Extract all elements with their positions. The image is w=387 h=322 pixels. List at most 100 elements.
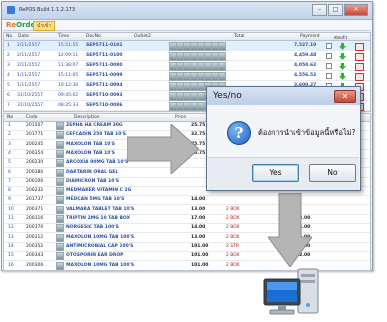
computer-icon xyxy=(263,268,319,315)
row-number: 13 xyxy=(8,234,14,240)
product-code: 200100 xyxy=(26,178,44,184)
dialog-title: Yes/no xyxy=(213,91,242,101)
row-number: 7 xyxy=(7,103,10,108)
product-description: ARCOXIA 90MG TAB 10'S xyxy=(66,160,129,166)
toolbar: ReOrder นำเข้า xyxy=(3,20,371,31)
doc-number: SEP5711-0099 xyxy=(86,73,123,78)
order-time: 11:38:07 xyxy=(58,63,79,68)
product-code: 200245 xyxy=(26,141,44,147)
tab-import[interactable]: นำเข้า xyxy=(33,21,56,31)
column-header[interactable]: No xyxy=(6,34,12,39)
table-row[interactable]: 9 201737 MEDCAN 5MG TAB 10'S 14.00 xyxy=(4,196,370,206)
product-thumbnail xyxy=(56,196,64,205)
product-description: MAXOLON 10MG TAB 100'S xyxy=(66,234,135,240)
product-code: 201737 xyxy=(26,197,44,203)
product-thumbnail xyxy=(218,62,226,71)
product-code: 200306 xyxy=(26,262,44,268)
product-description: MEDCAN 5MG TAB 10'S xyxy=(66,197,125,203)
table-row[interactable]: 10 200371 VALMARA TABLET TAB 10'S 13.00 2 BO… xyxy=(4,205,370,215)
orders-grid-header: No Date Time DocNo Outlet2 Total Payment ส่งแล้… xyxy=(4,33,370,41)
row-number: 2 xyxy=(7,53,10,58)
table-row[interactable]: 15 200343 OTOSPORIN EAR DROP 101.00 2 BOX 32.… xyxy=(4,252,370,262)
unit: 2 BOX xyxy=(226,206,240,212)
column-header[interactable]: ส่งแล้ว xyxy=(334,34,347,41)
product-thumbnail xyxy=(218,52,226,61)
table-row[interactable]: 14 200352 ANTIMICROBIAL CAP 100'S 101.00 2 S… xyxy=(4,242,370,252)
product-code: 200380 xyxy=(26,169,44,175)
product-description: MAXOLON 10MG TAB 100'S xyxy=(66,262,135,268)
product-code: 200316 xyxy=(26,216,44,221)
product-code: 200230 xyxy=(26,160,44,166)
maximize-button[interactable]: □ xyxy=(328,4,343,16)
doc-number: SEP5711-0094 xyxy=(86,83,123,88)
order-amount: 4,556.52 xyxy=(294,73,317,78)
dialog-message: ต้องการนำเข้าข้อมูลนี้หรือไม่? xyxy=(258,128,356,137)
table-row[interactable]: 1 2/11/2557 15:51:55 SEP5711-0101 7,527.10 xyxy=(4,41,370,51)
order-date: 1/11/2557 xyxy=(17,73,41,78)
quantity: 17.00 xyxy=(191,216,206,221)
dialog-close-button[interactable]: ✕ xyxy=(334,90,356,103)
download-arrow-icon[interactable] xyxy=(339,73,346,80)
row-number: 11 xyxy=(8,216,14,221)
order-date: 2/11/2557 xyxy=(17,53,41,58)
product-thumbnail xyxy=(56,122,64,130)
product-thumbnail xyxy=(56,215,64,223)
table-row[interactable]: 4 1/11/2557 15:11:05 SEP5711-0099 4,556.52 xyxy=(4,71,370,81)
unit: 2 BOX xyxy=(226,225,240,231)
download-arrow-icon[interactable] xyxy=(339,53,346,60)
delete-icon[interactable] xyxy=(355,43,364,51)
table-row[interactable]: 2 2/11/2557 12:09:11 SEP5711-0100 4,459.48 xyxy=(4,51,370,61)
column-header[interactable]: Time xyxy=(58,34,69,39)
order-amount: 4,050.62 xyxy=(294,63,317,68)
product-thumbnail xyxy=(218,42,226,51)
column-header[interactable]: Price xyxy=(175,115,186,120)
column-header[interactable]: Payment xyxy=(300,34,320,39)
order-amount: 4,459.48 xyxy=(294,53,317,58)
question-icon: ? xyxy=(227,121,251,145)
order-date: 2/11/2557 xyxy=(17,43,41,48)
row-number: 15 xyxy=(8,253,14,259)
table-row[interactable]: 3 2/11/2557 11:38:07 SEP5711-0080 4,050.62 xyxy=(4,61,370,71)
column-header[interactable]: Code xyxy=(26,115,38,120)
minimize-button[interactable]: – xyxy=(312,4,327,16)
close-button[interactable]: ✕ xyxy=(344,4,368,16)
no-button[interactable]: No xyxy=(309,164,356,182)
product-thumbnail xyxy=(56,149,64,158)
delete-icon[interactable] xyxy=(355,73,364,81)
product-code: 201771 xyxy=(26,132,44,138)
product-description: MAXOLON TAB 10'S xyxy=(66,150,116,156)
order-time: 12:09:11 xyxy=(58,53,79,58)
delete-icon[interactable] xyxy=(355,53,364,61)
order-time: 09:45:02 xyxy=(58,93,79,98)
column-header[interactable]: Total xyxy=(234,34,245,39)
column-header[interactable]: No xyxy=(7,115,13,120)
column-header[interactable]: Description xyxy=(74,115,100,120)
sent-checkbox[interactable] xyxy=(326,63,332,69)
column-header[interactable]: Date xyxy=(18,34,29,39)
yes-button[interactable]: Yes xyxy=(252,164,299,182)
quantity: 14.00 xyxy=(191,225,206,231)
row-number: 7 xyxy=(8,178,11,184)
order-amount: 7,527.10 xyxy=(294,43,317,48)
column-header[interactable]: Outlet2 xyxy=(134,34,151,39)
row-number: 3 xyxy=(8,141,11,147)
sent-checkbox[interactable] xyxy=(326,73,332,79)
table-row[interactable]: 13 200312 MAXOLON 10MG TAB 100'S 13.00 2 BOX… xyxy=(4,233,370,243)
sent-checkbox[interactable] xyxy=(326,53,332,59)
download-arrow-icon[interactable] xyxy=(339,63,346,70)
right-arrow-icon xyxy=(127,124,199,174)
column-header[interactable]: DocNo xyxy=(86,34,101,39)
unit: 2 BOX xyxy=(226,253,240,259)
table-row[interactable]: 12 200370 NORGESIC TAB 100'S 14.00 2 BOX 28.0… xyxy=(4,224,370,234)
down-arrow-icon xyxy=(268,193,312,267)
delete-icon[interactable] xyxy=(355,63,364,71)
row-number: 1 xyxy=(7,43,10,48)
sent-checkbox[interactable] xyxy=(326,43,332,49)
product-code: 200343 xyxy=(26,253,44,259)
table-row[interactable]: 11 200316 TRIPTIN 2MG 10 TAB BOX 17.00 2 BOX… xyxy=(4,215,370,224)
product-thumbnail xyxy=(56,159,64,168)
row-number: 16 xyxy=(8,262,14,268)
unit: 2 BOX xyxy=(226,234,240,240)
download-arrow-icon[interactable] xyxy=(339,43,346,50)
product-code: 200232 xyxy=(26,188,44,194)
